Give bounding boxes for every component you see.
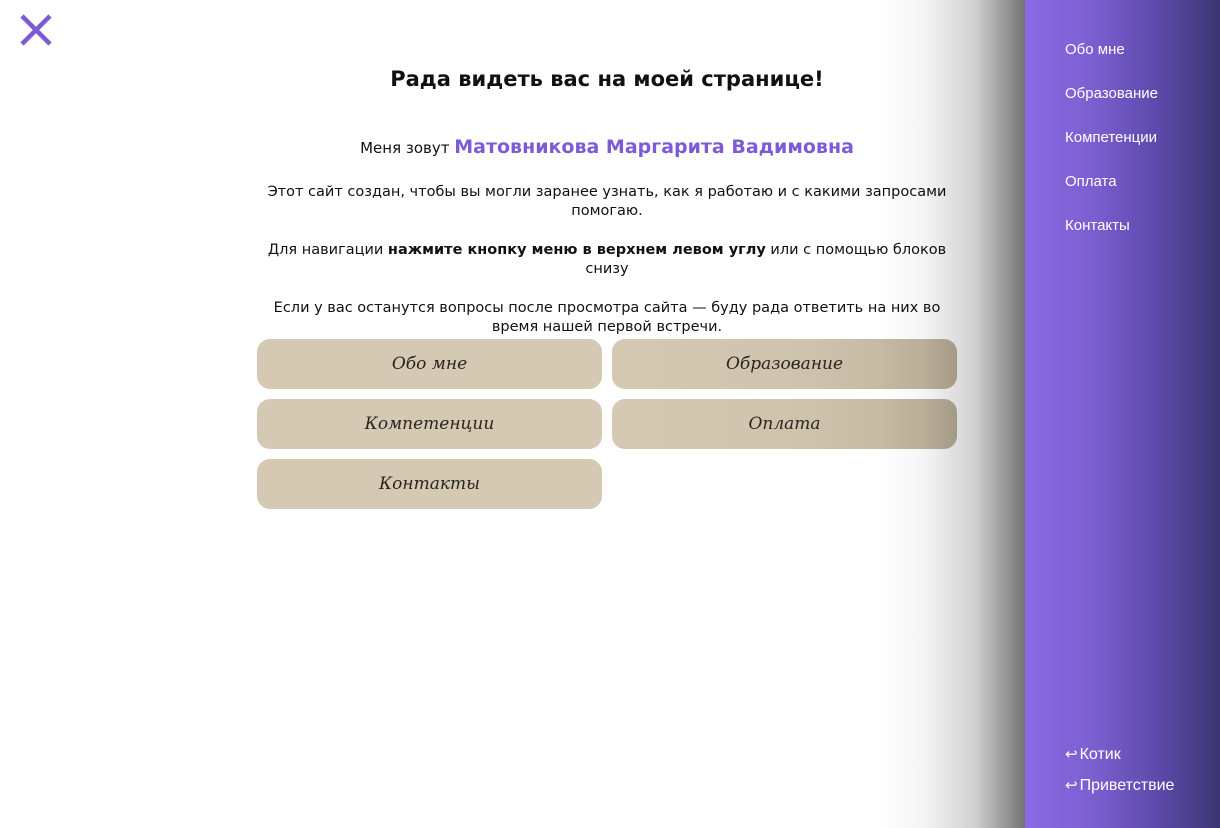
intro-line: Меня зовут Матовникова Маргарита Вадимов… [257, 136, 957, 159]
sidebar-bottom-links: ↩ Котик ↩ Приветствие [1065, 744, 1174, 806]
sidebar-menu: Обо мне Образование Компетенции Оплата К… [1025, 0, 1220, 828]
page: Рада видеть вас на моей странице! Меня з… [0, 0, 1220, 828]
close-icon [20, 14, 52, 46]
nav-hint-bold: нажмите кнопку меню в верхнем левом углу [387, 242, 766, 258]
block-contacts[interactable]: Контакты [257, 459, 602, 509]
intro-paragraph: Этот сайт создан, чтобы вы могли заранее… [267, 184, 947, 219]
block-about[interactable]: Обо мне [257, 339, 602, 389]
link-greeting-label: Приветствие [1079, 777, 1175, 794]
link-kitty-label: Котик [1079, 746, 1121, 763]
sidebar-nav: Обо мне Образование Компетенции Оплата К… [1065, 40, 1158, 260]
navigation-blocks: Обо мне Образование Компетенции Оплата К… [257, 339, 957, 509]
close-menu-button[interactable] [18, 12, 54, 48]
sidebar-item-payment[interactable]: Оплата [1065, 172, 1158, 192]
block-competencies[interactable]: Компетенции [257, 399, 602, 449]
welcome-section: Рада видеть вас на моей странице! Меня з… [257, 64, 957, 357]
questions-paragraph: Если у вас останутся вопросы после просм… [273, 300, 941, 335]
return-arrow-icon: ↩ [1065, 777, 1078, 794]
page-title: Рада видеть вас на моей странице! [390, 67, 824, 91]
sidebar-item-competencies[interactable]: Компетенции [1065, 128, 1158, 148]
sidebar-item-education[interactable]: Образование [1065, 84, 1158, 104]
sidebar-item-about[interactable]: Обо мне [1065, 40, 1158, 60]
owner-name: Матовникова Маргарита Вадимовна [454, 136, 854, 158]
intro-prefix: Меня зовут [360, 139, 450, 157]
link-greeting[interactable]: ↩ Приветствие [1065, 775, 1174, 797]
navigation-hint: Для навигации нажмите кнопку меню в верх… [267, 241, 947, 279]
nav-hint-prefix: Для навигации [267, 242, 384, 258]
block-education[interactable]: Образование [612, 339, 957, 389]
link-kitty[interactable]: ↩ Котик [1065, 744, 1174, 766]
block-payment[interactable]: Оплата [612, 399, 957, 449]
return-arrow-icon: ↩ [1065, 746, 1078, 763]
sidebar-item-contacts[interactable]: Контакты [1065, 216, 1158, 236]
